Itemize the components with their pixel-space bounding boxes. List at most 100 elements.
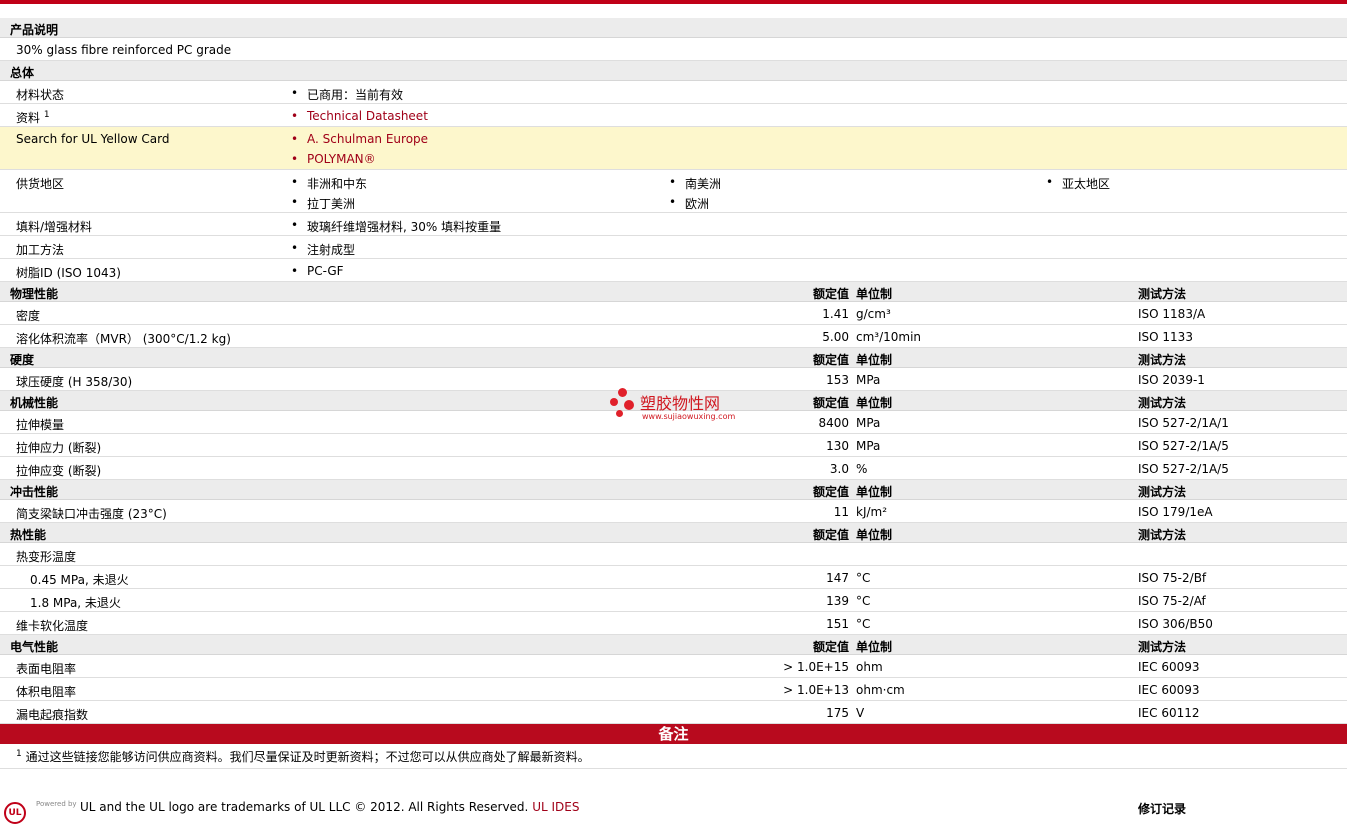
property-row: 漏电起痕指数 175 V IEC 60112 — [0, 701, 1347, 724]
property-label: 溶化体积流率（MVR） (300°C/1.2 kg) — [16, 332, 231, 346]
header-test: 测试方法 — [1138, 640, 1187, 654]
property-value: > 1.0E+13 — [783, 683, 849, 697]
region-item: 欧洲 — [669, 195, 709, 212]
section-hardness: 硬度 额定值 单位制 测试方法 — [0, 348, 1347, 368]
property-unit: °C — [856, 571, 871, 585]
revision-history-link[interactable]: 修订记录 — [1138, 800, 1186, 817]
row-processing: 加工方法 注射成型 — [0, 236, 1347, 259]
watermark-dot-icon — [624, 400, 634, 410]
section-impact: 冲击性能 额定值 单位制 测试方法 — [0, 480, 1347, 500]
property-value: 5.00 — [822, 330, 849, 344]
property-unit: MPa — [856, 416, 881, 430]
property-test: ISO 527-2/1A/5 — [1138, 439, 1229, 453]
header-test: 测试方法 — [1138, 528, 1187, 542]
property-value: 139 — [826, 594, 849, 608]
header-unit: 单位制 — [856, 353, 893, 367]
property-test: ISO 1183/A — [1138, 307, 1206, 321]
header-unit: 单位制 — [856, 528, 893, 542]
row-documents: 资料 1 Technical Datasheet — [0, 104, 1347, 127]
region-item: 亚太地区 — [1046, 175, 1110, 192]
region-item: 拉丁美洲 — [291, 195, 355, 212]
ul-logo-icon: UL — [4, 802, 26, 824]
row-label: 供货地区 — [16, 177, 65, 191]
section-title: 物理性能 — [10, 287, 59, 301]
property-unit: g/cm³ — [856, 307, 891, 321]
property-row: 拉伸应力 (断裂) 130 MPa ISO 527-2/1A/5 — [0, 434, 1347, 457]
property-value: 147 — [826, 571, 849, 585]
watermark-dot-icon — [618, 388, 627, 397]
property-test: IEC 60093 — [1138, 683, 1200, 697]
property-unit: ohm — [856, 660, 883, 674]
property-test: ISO 527-2/1A/1 — [1138, 416, 1229, 430]
process-value: 注射成型 — [291, 241, 355, 258]
row-ul-yellow-card: Search for UL Yellow Card A. Schulman Eu… — [0, 127, 1347, 170]
property-row: 拉伸应变 (断裂) 3.0 % ISO 527-2/1A/5 — [0, 457, 1347, 480]
header-test: 测试方法 — [1138, 396, 1187, 410]
resin-value: PC-GF — [291, 264, 343, 278]
row-filler: 填料/增强材料 玻璃纤维增强材料, 30% 填料按重量 — [0, 213, 1347, 236]
property-label: 热变形温度 — [16, 550, 77, 564]
property-label: 1.8 MPa, 未退火 — [30, 596, 121, 610]
property-unit: ohm·cm — [856, 683, 905, 697]
property-unit: V — [856, 706, 865, 720]
footnote-text: 通过这些链接您能够访问供应商资料。我们尽量保证及时更新资料；不过您可以从供应商处… — [25, 750, 590, 764]
property-row: 表面电阻率 > 1.0E+15 ohm IEC 60093 — [0, 655, 1347, 678]
property-value: 153 — [826, 373, 849, 387]
header-value: 额定值 — [812, 353, 849, 367]
technical-datasheet-link[interactable]: Technical Datasheet — [291, 109, 428, 123]
top-accent-bar — [0, 0, 1347, 4]
property-test: ISO 75-2/Af — [1138, 594, 1206, 608]
property-label: 漏电起痕指数 — [16, 708, 89, 722]
property-test: ISO 75-2/Bf — [1138, 571, 1207, 585]
property-test: ISO 306/B50 — [1138, 617, 1213, 631]
watermark-dot-icon — [616, 410, 623, 417]
footnote-marker: 1 — [16, 749, 22, 759]
header-unit: 单位制 — [856, 287, 893, 301]
datasheet-table: 产品说明 30% glass fibre reinforced PC grade… — [0, 18, 1347, 724]
row-label: 填料/增强材料 — [16, 220, 93, 234]
row-material-status: 材料状态 已商用：当前有效 — [0, 81, 1347, 104]
header-value: 额定值 — [812, 485, 849, 499]
section-electrical: 电气性能 额定值 单位制 测试方法 — [0, 635, 1347, 655]
property-group-row: 热变形温度 — [0, 543, 1347, 566]
filler-value: 玻璃纤维增强材料, 30% 填料按重量 — [291, 218, 501, 235]
section-title: 热性能 — [10, 528, 47, 542]
property-value: 3.0 — [829, 462, 849, 476]
property-unit: % — [856, 462, 868, 476]
property-test: ISO 527-2/1A/5 — [1138, 462, 1229, 476]
row-label: 资料 1 — [16, 110, 50, 125]
watermark: 塑胶物性网 www.sujiaowuxing.com — [610, 388, 750, 424]
schulman-europe-link[interactable]: A. Schulman Europe — [291, 132, 428, 146]
property-value: > 1.0E+15 — [783, 660, 849, 674]
property-value: 1.41 — [822, 307, 849, 321]
property-unit: kJ/m² — [856, 505, 888, 519]
property-test: ISO 2039-1 — [1138, 373, 1205, 387]
property-row: 0.45 MPa, 未退火 147 °C ISO 75-2/Bf — [0, 566, 1347, 589]
section-thermal: 热性能 额定值 单位制 测试方法 — [0, 523, 1347, 543]
header-unit: 单位制 — [856, 640, 893, 654]
region-item: 南美洲 — [669, 175, 721, 192]
polyman-link[interactable]: POLYMAN® — [291, 152, 376, 166]
property-label: 拉伸应变 (断裂) — [16, 464, 102, 478]
property-label: 拉伸应力 (断裂) — [16, 441, 102, 455]
row-resin-id: 树脂ID (ISO 1043) PC-GF — [0, 259, 1347, 282]
watermark-dot-icon — [610, 398, 618, 406]
row-label: 加工方法 — [16, 243, 65, 257]
property-value: 175 — [826, 706, 849, 720]
header-value: 额定值 — [812, 640, 849, 654]
property-label: 球压硬度 (H 358/30) — [16, 375, 133, 389]
header-test: 测试方法 — [1138, 485, 1187, 499]
property-row: 溶化体积流率（MVR） (300°C/1.2 kg) 5.00 cm³/10mi… — [0, 325, 1347, 348]
footer-divider — [0, 768, 1347, 769]
header-value: 额定值 — [812, 287, 849, 301]
row-supply-regions: 供货地区 非洲和中东 南美洲 亚太地区 拉丁美洲 欧洲 — [0, 170, 1347, 213]
section-title: 冲击性能 — [10, 485, 59, 499]
section-title: 硬度 — [10, 353, 35, 367]
section-title: 机械性能 — [10, 396, 59, 410]
property-unit: MPa — [856, 373, 881, 387]
section-title: 总体 — [10, 66, 35, 80]
property-value: 151 — [826, 617, 849, 631]
property-label: 体积电阻率 — [16, 685, 77, 699]
watermark-text: 塑胶物性网 — [640, 394, 721, 413]
section-title: 产品说明 — [10, 23, 59, 37]
